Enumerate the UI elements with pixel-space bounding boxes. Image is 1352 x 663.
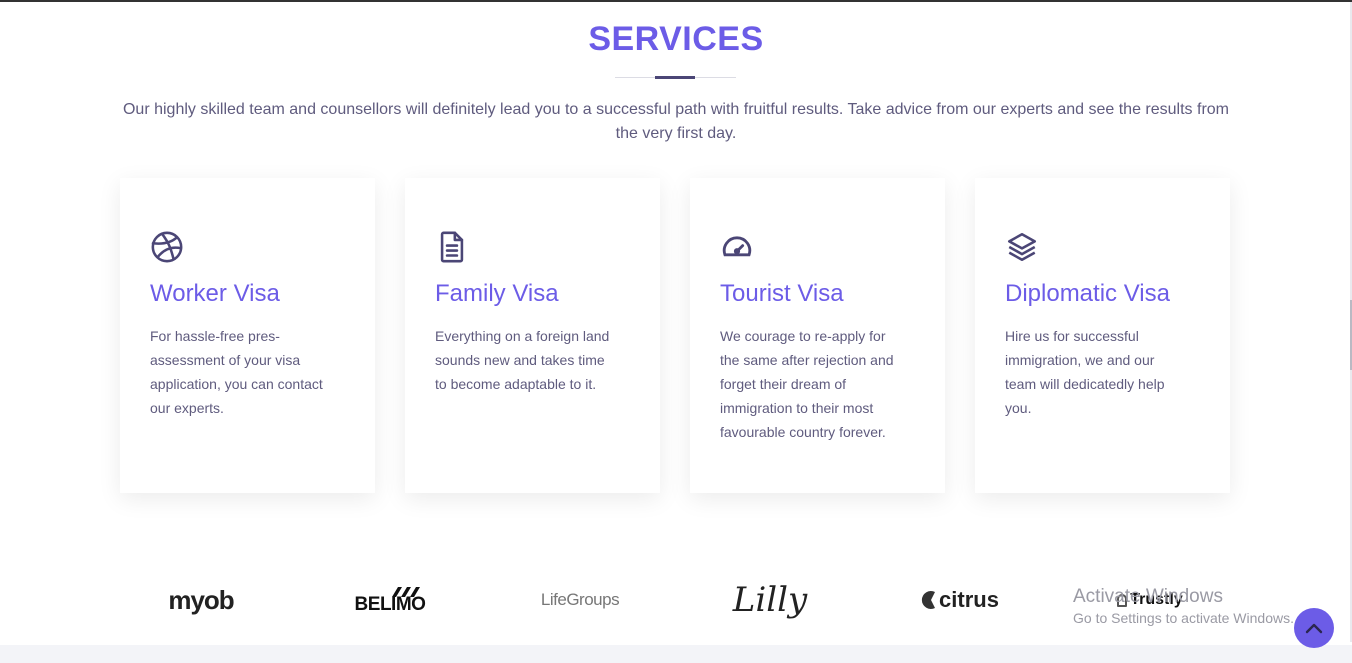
title-divider-accent [655,76,695,79]
back-to-top-button[interactable] [1294,608,1334,648]
service-card-worker-visa[interactable]: Worker Visa For hassle-free pres-assessm… [120,178,375,493]
card-text: We courage to re-apply for the same afte… [720,328,894,440]
card-title[interactable]: Family Visa [435,280,559,308]
card-text: Hire us for successful immigration, we a… [1005,328,1165,416]
service-card-diplomatic-visa[interactable]: Diplomatic Visa Hire us for successful i… [975,178,1230,493]
windows-activation-watermark: Activate Windows Go to Settings to activ… [1073,586,1294,626]
watermark-title: Activate Windows [1073,586,1223,607]
chevron-up-icon [1305,623,1323,634]
logo-lilly[interactable]: Lilly [730,575,810,625]
logo-belimo-text: BELIMO [354,594,426,615]
footer-band [0,645,1352,663]
card-text: For hassle-free pres-assessment of your … [150,328,323,416]
citrus-mark-icon [921,591,936,609]
dribbble-icon [151,231,183,263]
speedometer-icon [722,236,752,257]
service-card-tourist-visa[interactable]: Tourist Visa We courage to re-apply for … [690,178,945,493]
logo-lifegroups[interactable]: LifeGroups [538,575,622,625]
card-title[interactable]: Worker Visa [150,280,280,308]
service-card-family-visa[interactable]: Family Visa Everything on a foreign land… [405,178,660,493]
card-text: Everything on a foreign land sounds new … [435,328,610,392]
logo-citrus-text: citrus [939,587,999,612]
logo-belimo[interactable]: BELIMO [350,575,430,625]
logo-myob[interactable]: myob [160,575,242,625]
section-title: SERVICES [588,20,764,58]
watermark-subtitle: Go to Settings to activate Windows. [1073,610,1294,626]
top-border [0,0,1352,2]
logo-citrus[interactable]: citrus [920,575,1000,625]
card-title[interactable]: Diplomatic Visa [1005,280,1170,308]
card-title[interactable]: Tourist Visa [720,280,844,308]
section-intro: Our highly skilled team and counsellors … [122,101,1229,142]
belimo-mark-icon [392,587,420,597]
layers-icon [1007,232,1037,262]
document-icon [440,231,464,263]
